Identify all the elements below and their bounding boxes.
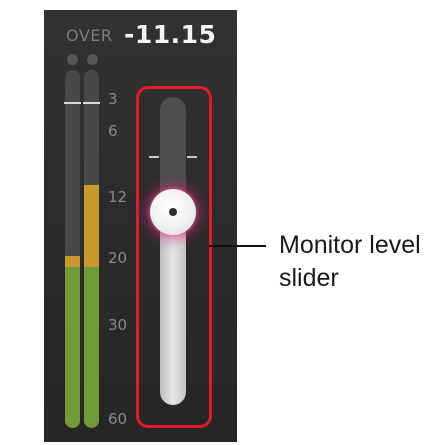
- scale-label: 30: [108, 316, 128, 334]
- over-indicator-right: [87, 54, 98, 65]
- meter-amber-segment-left: [65, 256, 80, 267]
- level-readout: -11.15: [124, 20, 217, 49]
- monitor-level-slider-knob[interactable]: [150, 188, 196, 235]
- knob-center-dot: [169, 207, 177, 216]
- scale-label: 3: [108, 90, 118, 108]
- meter-amber-segment-right: [84, 184, 99, 267]
- over-label: OVER: [66, 26, 113, 45]
- meter-green-segment-right: [84, 266, 99, 428]
- scale-label: 60: [108, 410, 128, 428]
- peak-hold-right: [83, 102, 100, 104]
- scale-label: 6: [108, 122, 118, 140]
- level-meter-left: [65, 70, 80, 428]
- meter-green-segment-left: [65, 266, 80, 428]
- scale-label: 12: [108, 188, 128, 206]
- peak-hold-left: [64, 102, 81, 104]
- over-indicator-left: [67, 54, 78, 65]
- callout-label: Monitor level slider: [279, 231, 421, 292]
- scale-label: 20: [108, 249, 128, 267]
- monitor-level-slider-fill: [160, 211, 186, 405]
- callout-line: [209, 245, 266, 247]
- unity-mark-right: [187, 156, 197, 158]
- level-meter-right: [84, 70, 99, 428]
- unity-mark-left: [149, 156, 159, 158]
